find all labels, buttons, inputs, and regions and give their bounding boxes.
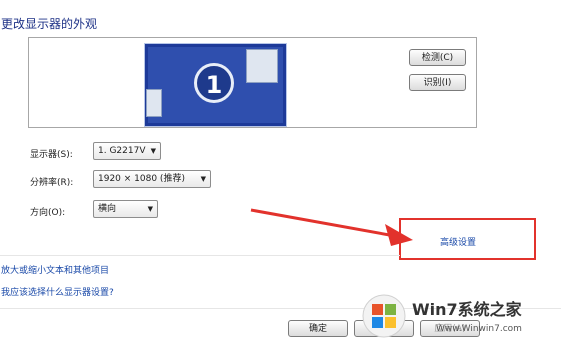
display-select[interactable]: 1. G2217V ▼ bbox=[93, 142, 161, 160]
display-label: 显示器(S): bbox=[30, 150, 73, 160]
resolution-select-value: 1920 × 1080 (推荐) bbox=[98, 174, 185, 184]
monitor-number-badge: 1 bbox=[194, 63, 234, 103]
chevron-down-icon: ▼ bbox=[200, 175, 206, 183]
orientation-select-value: 横向 bbox=[98, 204, 117, 214]
advanced-settings-link[interactable]: 高级设置 bbox=[440, 235, 476, 248]
text-size-link[interactable]: 放大或缩小文本和其他项目 bbox=[1, 263, 109, 276]
identify-button[interactable]: 识别(I) bbox=[409, 74, 466, 91]
win7-watermark: Win7系统之家 Www.Winwin7.com bbox=[356, 288, 561, 348]
display-select-value: 1. G2217V bbox=[98, 146, 146, 156]
chevron-down-icon: ▼ bbox=[147, 205, 153, 213]
chevron-down-icon: ▼ bbox=[150, 147, 156, 155]
windows-logo-icon bbox=[362, 294, 406, 338]
watermark-brand: Win7系统之家 bbox=[412, 300, 522, 319]
red-arrow-annotation bbox=[250, 208, 413, 246]
window-thumbnail-icon bbox=[146, 89, 162, 117]
dialog-title: 更改显示器的外观 bbox=[1, 17, 98, 31]
watermark-url: Www.Winwin7.com bbox=[436, 324, 522, 334]
divider bbox=[0, 255, 400, 256]
window-thumbnail-icon bbox=[246, 49, 278, 83]
resolution-select[interactable]: 1920 × 1080 (推荐) ▼ bbox=[93, 170, 211, 188]
help-link[interactable]: 我应该选择什么显示器设置? bbox=[1, 285, 114, 298]
resolution-label: 分辨率(R): bbox=[30, 178, 74, 188]
ok-button[interactable]: 确定 bbox=[288, 320, 348, 337]
orientation-select[interactable]: 横向 ▼ bbox=[93, 200, 158, 218]
detect-button[interactable]: 检测(C) bbox=[409, 49, 466, 66]
orientation-label: 方向(O): bbox=[30, 208, 66, 218]
